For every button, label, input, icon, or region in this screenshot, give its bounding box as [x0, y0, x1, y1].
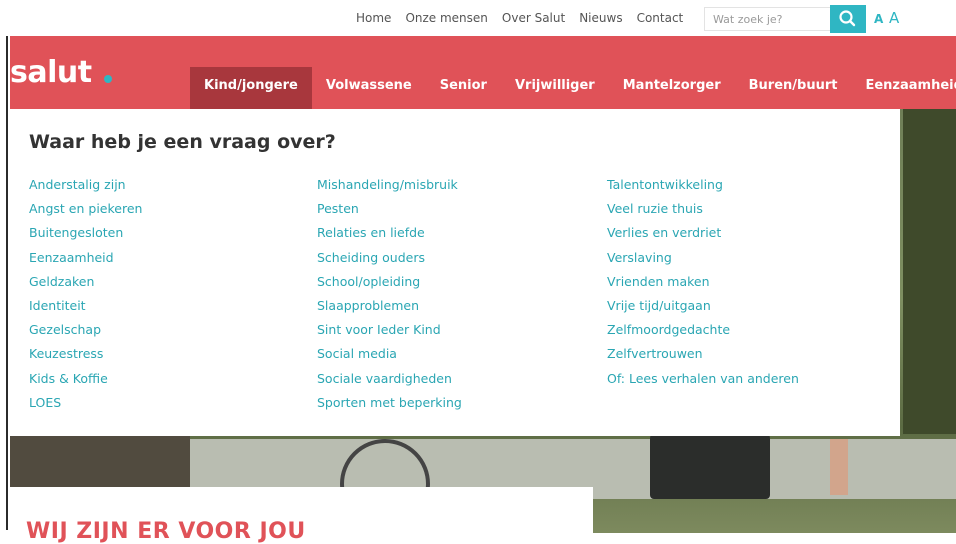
topic-link[interactable]: Social media	[317, 346, 462, 370]
topic-link[interactable]: Mishandeling/misbruik	[317, 177, 462, 201]
logo-dot	[104, 75, 112, 83]
topic-link[interactable]: Vrienden maken	[607, 274, 799, 298]
topic-link[interactable]: Scheiding ouders	[317, 250, 462, 274]
topic-link[interactable]: Keuzestress	[29, 346, 142, 370]
topic-link[interactable]: Verslaving	[607, 250, 799, 274]
topic-link[interactable]: Talentontwikkeling	[607, 177, 799, 201]
nav-tab-eenzaamheid[interactable]: Eenzaamheid	[851, 67, 956, 109]
topic-link[interactable]: Eenzaamheid	[29, 250, 142, 274]
topic-link[interactable]: Of: Lees verhalen van anderen	[607, 371, 799, 395]
topic-link[interactable]: Vrije tijd/uitgaan	[607, 298, 799, 322]
topic-link[interactable]: Kids & Koffie	[29, 371, 142, 395]
topic-link[interactable]: School/opleiding	[317, 274, 462, 298]
topic-link[interactable]: Veel ruzie thuis	[607, 201, 799, 225]
topic-link[interactable]: Anderstalig zijn	[29, 177, 142, 201]
topic-link[interactable]: Slaapproblemen	[317, 298, 462, 322]
nav-tab-vrijwilliger[interactable]: Vrijwilliger	[501, 67, 609, 109]
topic-link[interactable]: Zelfmoordgedachte	[607, 322, 799, 346]
salut-logo[interactable]: salut	[10, 57, 92, 89]
nav-tab-buren-buurt[interactable]: Buren/buurt	[735, 67, 852, 109]
search-icon	[839, 10, 856, 27]
topic-link[interactable]: Angst en piekeren	[29, 201, 142, 225]
topic-link[interactable]: Zelfvertrouwen	[607, 346, 799, 370]
intro-heading: WIJ ZIJN ER VOOR JOU	[26, 519, 306, 544]
nav-link-over-salut[interactable]: Over Salut	[502, 11, 565, 25]
font-size-large-button[interactable]: A	[889, 9, 899, 27]
nav-link-home[interactable]: Home	[356, 11, 391, 25]
topic-column-2: Mishandeling/misbruik Pesten Relaties en…	[317, 177, 462, 419]
utility-nav: Home Onze mensen Over Salut Nieuws Conta…	[356, 11, 697, 25]
search-button[interactable]	[830, 5, 866, 33]
topic-link[interactable]: Sporten met beperking	[317, 395, 462, 419]
utility-bar: Home Onze mensen Over Salut Nieuws Conta…	[0, 0, 956, 36]
search-input[interactable]	[704, 7, 830, 31]
topic-link[interactable]: Sociale vaardigheden	[317, 371, 462, 395]
dropdown-title: Waar heb je een vraag over?	[29, 131, 336, 153]
topic-link[interactable]: Buitengesloten	[29, 225, 142, 249]
topic-column-1: Anderstalig zijn Angst en piekeren Buite…	[29, 177, 142, 419]
intro-panel: WIJ ZIJN ER VOOR JOU	[10, 487, 593, 544]
topic-link[interactable]: Pesten	[317, 201, 462, 225]
nav-tab-senior[interactable]: Senior	[426, 67, 501, 109]
window-edge	[6, 10, 8, 530]
topic-column-3: Talentontwikkeling Veel ruzie thuis Verl…	[607, 177, 799, 395]
topic-link[interactable]: Sint voor Ieder Kind	[317, 322, 462, 346]
topic-link[interactable]: LOES	[29, 395, 142, 419]
topic-link[interactable]: Verlies en verdriet	[607, 225, 799, 249]
font-size-small-button[interactable]: A	[874, 12, 883, 26]
main-nav: Kind/jongere Volwassene Senior Vrijwilli…	[190, 67, 956, 109]
nav-tab-volwassene[interactable]: Volwassene	[312, 67, 426, 109]
nav-link-onze-mensen[interactable]: Onze mensen	[405, 11, 487, 25]
topic-dropdown: Waar heb je een vraag over? Anderstalig …	[10, 109, 900, 436]
nav-tab-mantelzorger[interactable]: Mantelzorger	[609, 67, 735, 109]
nav-tab-kind-jongere[interactable]: Kind/jongere	[190, 67, 312, 109]
nav-link-nieuws[interactable]: Nieuws	[579, 11, 622, 25]
topic-link[interactable]: Geldzaken	[29, 274, 142, 298]
topic-link[interactable]: Relaties en liefde	[317, 225, 462, 249]
topic-link[interactable]: Gezelschap	[29, 322, 142, 346]
nav-link-contact[interactable]: Contact	[637, 11, 684, 25]
topic-link[interactable]: Identiteit	[29, 298, 142, 322]
main-header: salut Kind/jongere Volwassene Senior Vri…	[10, 36, 956, 109]
